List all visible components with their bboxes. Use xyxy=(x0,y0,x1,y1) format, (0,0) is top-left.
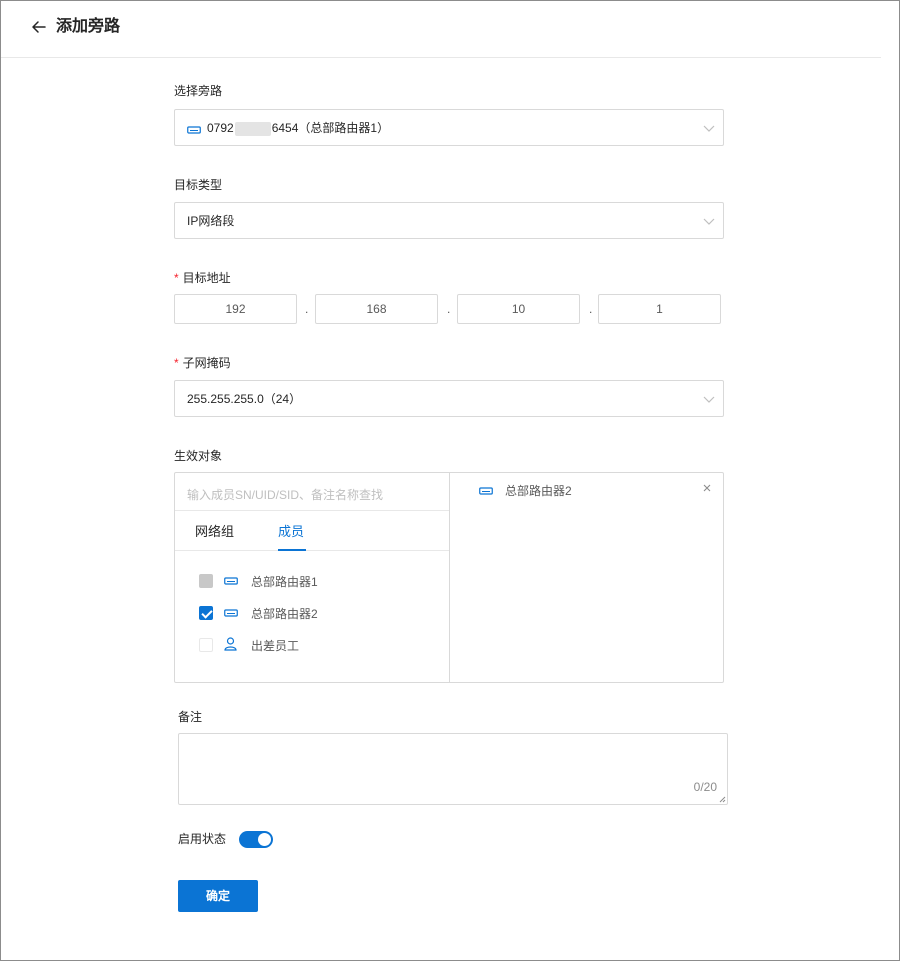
ip-separator: . xyxy=(589,302,593,316)
ip-octet-4[interactable]: 1 xyxy=(598,294,721,324)
required-mark: * xyxy=(174,356,179,370)
ip-octet-2[interactable]: 168 xyxy=(315,294,438,324)
target-type-value: IP网络段 xyxy=(187,214,235,228)
masked-segment xyxy=(234,121,271,136)
page-title: 添加旁路 xyxy=(56,18,121,35)
member-search-input[interactable]: 输入成员SN/UID/SID、备注名称查找 xyxy=(175,473,449,511)
transfer-source: 输入成员SN/UID/SID、备注名称查找 网络组 成员 总部路由器1 总部路由… xyxy=(175,473,450,682)
effective-objects-label: 生效对象 xyxy=(174,449,223,463)
ip-octet-3[interactable]: 10 xyxy=(457,294,580,324)
active-tab-indicator xyxy=(278,549,306,551)
page-frame: 添加旁路 选择旁路 0792 6454（总部路由器1） 目标类型 IP网络段 * 目… xyxy=(0,0,900,961)
bypass-select-value: 0792 6454（总部路由器1） xyxy=(187,120,389,136)
member-checkbox[interactable] xyxy=(199,606,213,620)
enable-toggle[interactable] xyxy=(239,831,273,848)
bypass-value-suffix: 6454（总部路由器1） xyxy=(271,121,390,135)
toggle-knob xyxy=(258,833,271,846)
char-counter: 0/20 xyxy=(693,780,717,794)
ip-separator: . xyxy=(305,302,309,316)
enable-label: 启用状态 xyxy=(178,832,227,846)
target-type-label: 目标类型 xyxy=(174,178,223,192)
close-icon[interactable] xyxy=(701,482,713,494)
chevron-down-icon xyxy=(703,218,715,225)
required-mark: * xyxy=(174,271,179,285)
member-item[interactable]: 总部路由器2 xyxy=(199,605,439,623)
transfer-target: 总部路由器2 xyxy=(451,473,723,682)
member-item[interactable]: 总部路由器1 xyxy=(199,573,439,591)
bypass-select[interactable]: 0792 6454（总部路由器1） xyxy=(174,109,724,146)
router-icon xyxy=(224,577,238,585)
target-type-select[interactable]: IP网络段 xyxy=(174,202,724,239)
tab-members[interactable]: 成员 xyxy=(278,524,304,540)
ip-octet-1[interactable]: 192 xyxy=(174,294,297,324)
transfer-tabs: 网络组 成员 xyxy=(175,512,449,551)
tab-network-group[interactable]: 网络组 xyxy=(195,524,234,540)
member-checkbox[interactable] xyxy=(199,574,213,588)
back-arrow-icon[interactable] xyxy=(29,17,49,37)
router-icon xyxy=(479,487,493,495)
router-icon xyxy=(224,609,238,617)
transfer-panel: 输入成员SN/UID/SID、备注名称查找 网络组 成员 总部路由器1 总部路由… xyxy=(174,472,724,683)
remark-label: 备注 xyxy=(178,710,203,724)
member-label: 出差员工 xyxy=(251,639,300,653)
confirm-button[interactable]: 确定 xyxy=(178,880,258,912)
member-label: 总部路由器2 xyxy=(251,607,318,621)
router-icon xyxy=(187,126,201,134)
search-placeholder: 输入成员SN/UID/SID、备注名称查找 xyxy=(187,488,384,502)
subnet-mask-select[interactable]: 255.255.255.0（24） xyxy=(174,380,724,417)
resize-handle-icon[interactable] xyxy=(718,795,726,803)
page-header: 添加旁路 xyxy=(1,1,881,58)
member-item[interactable]: 出差员工 xyxy=(199,637,439,655)
subnet-mask-label: * 子网掩码 xyxy=(174,355,231,371)
user-icon xyxy=(224,637,237,651)
bypass-value-prefix: 0792 xyxy=(207,121,234,135)
chevron-down-icon xyxy=(703,396,715,403)
member-checkbox[interactable] xyxy=(199,638,213,652)
target-address-label: * 目标地址 xyxy=(174,270,231,286)
target-address-label-text: 目标地址 xyxy=(182,271,231,285)
member-label: 总部路由器1 xyxy=(251,575,318,589)
chevron-down-icon xyxy=(703,125,715,132)
ip-separator: . xyxy=(447,302,451,316)
subnet-mask-label-text: 子网掩码 xyxy=(182,356,231,370)
subnet-mask-value: 255.255.255.0（24） xyxy=(187,392,302,406)
remark-textarea[interactable]: 0/20 xyxy=(178,733,728,805)
bypass-label: 选择旁路 xyxy=(174,84,223,98)
selected-item-label: 总部路由器2 xyxy=(505,484,572,498)
